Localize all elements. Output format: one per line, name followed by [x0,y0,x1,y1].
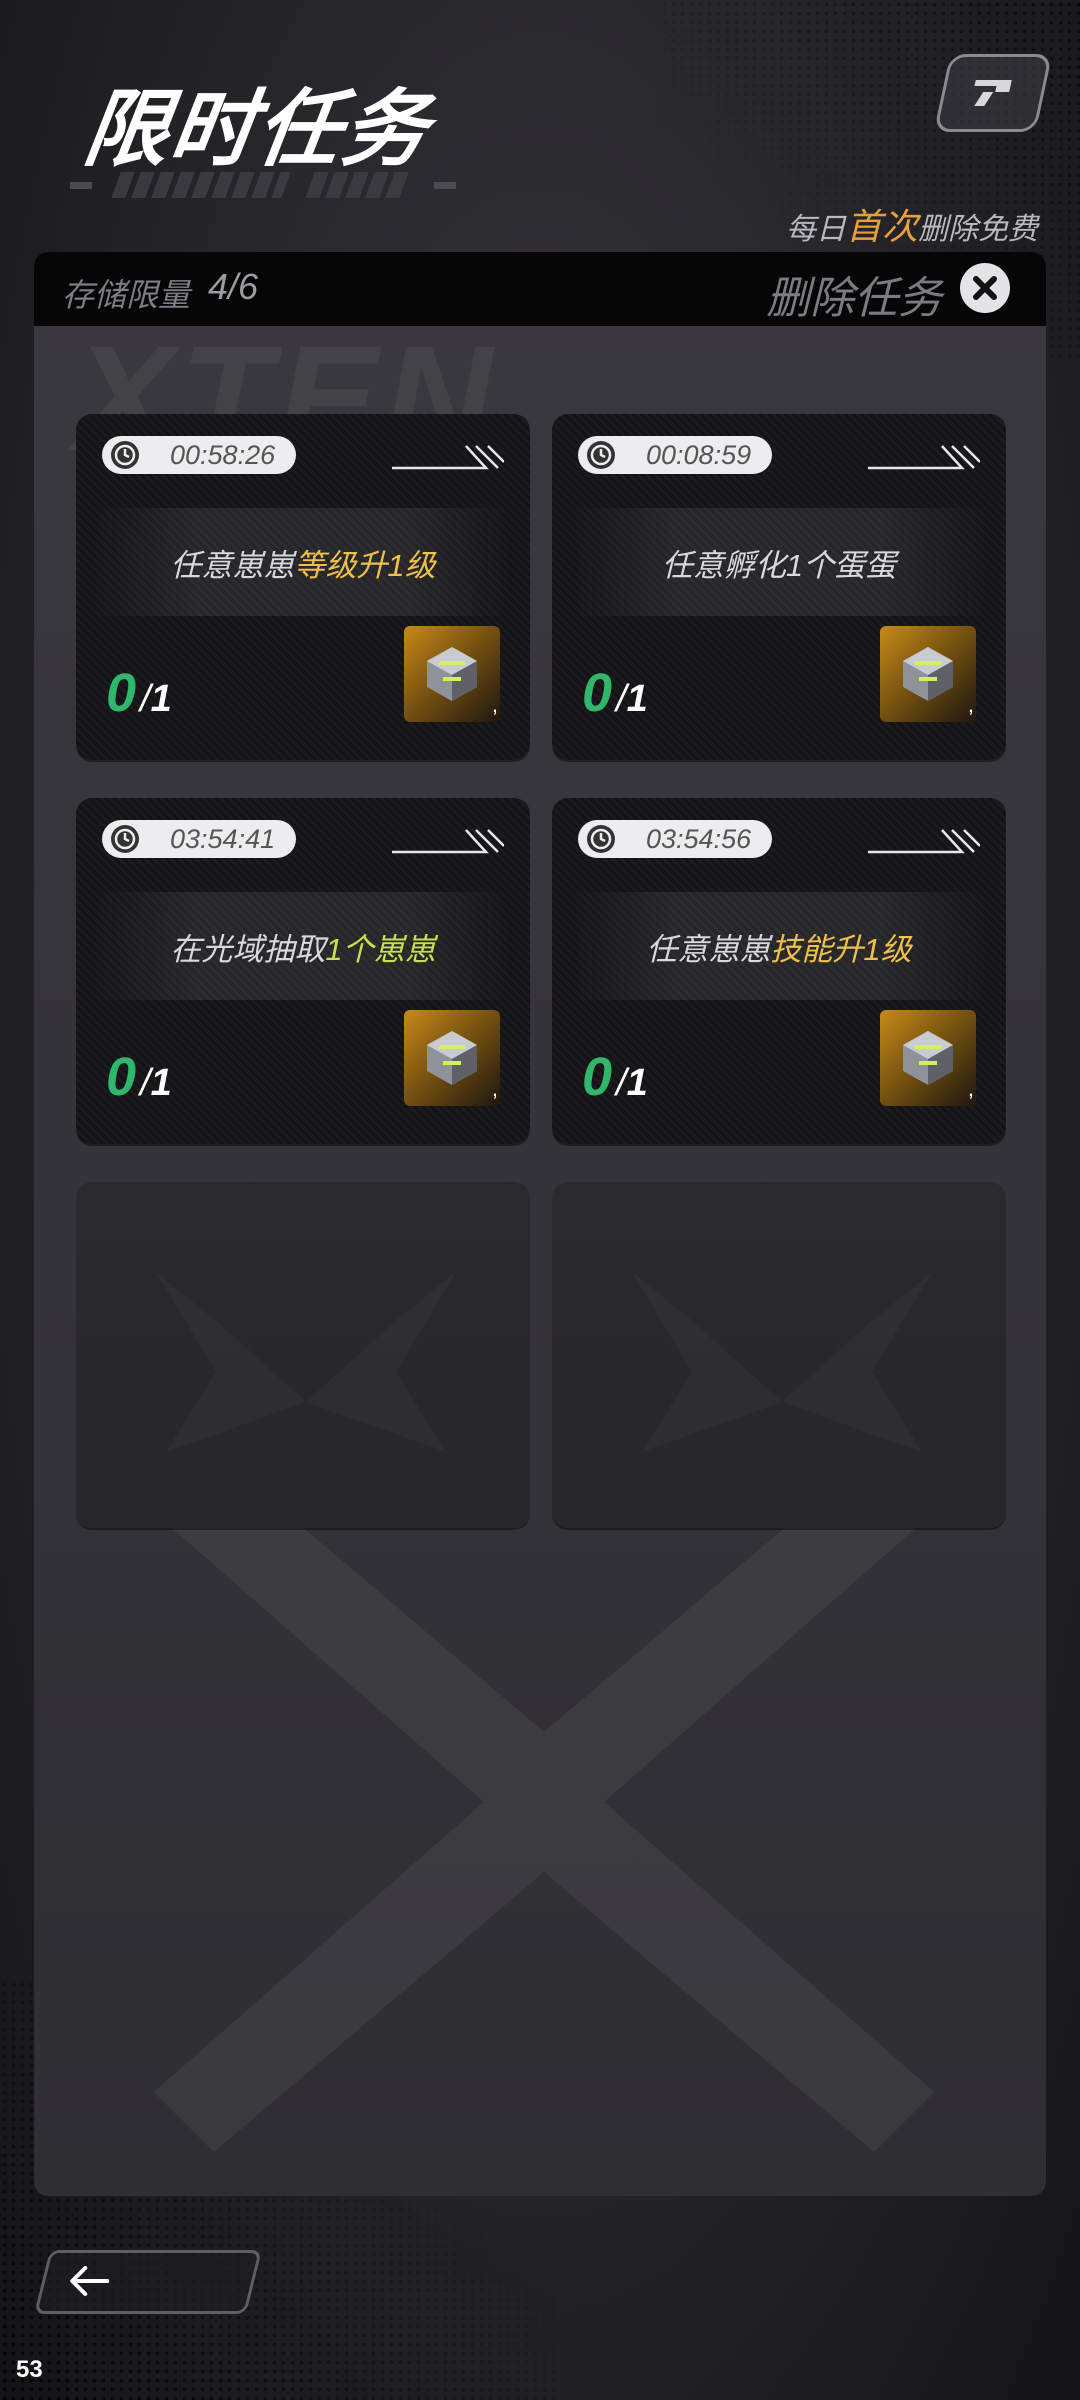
task-card[interactable]: 00:58:26 任意崽崽等级升1级 0/1 , [76,414,530,760]
task-progress: 0/1 [106,1046,172,1108]
progress-separator: / [616,678,627,720]
help-button[interactable] [933,54,1053,132]
reward-count: , [491,1076,498,1101]
empty-slot-emblem [156,1272,456,1452]
task-progress: 0/1 [582,662,648,724]
delete-task-button[interactable] [960,263,1010,313]
task-progress: 0/1 [106,662,172,724]
empty-slot-emblem [632,1272,932,1452]
reward-cube-icon [427,1031,477,1085]
reward-item[interactable]: , [404,1010,500,1106]
reward-count: , [967,692,974,717]
panel-header: 存储限量 4/6 删除任务 [34,252,1046,326]
reward-item[interactable]: , [880,626,976,722]
timer-badge: 03:54:56 [578,820,772,858]
progress-separator: / [616,1062,627,1104]
timer-text: 00:58:26 [170,439,276,470]
clock-icon [587,441,615,469]
progress-current: 0 [106,1047,137,1107]
free-note-prefix: 每日 [785,213,846,246]
back-arrow-icon [70,2266,110,2296]
reward-cube-icon [427,647,477,701]
task-panel: XTEN 存储限量 4/6 删除任务 00:58:26 任意崽崽等级升1级 0/… [34,252,1046,2196]
page-title: 限时任务 [78,82,436,176]
help-icon [974,80,1012,106]
reward-item[interactable]: , [880,1010,976,1106]
delete-task-label[interactable]: 删除任务 [766,262,942,326]
arrow-decoration [392,445,504,470]
clock-icon [111,825,139,853]
task-description: 任意崽崽技能升1级 [572,892,986,1000]
clock-icon [587,825,615,853]
reward-cube-icon [903,647,953,701]
page-number: 53 [16,2356,43,2383]
subtitle-decoration [70,172,456,198]
timer-badge: 00:08:59 [578,436,772,474]
close-icon [973,276,997,300]
task-description: 在光域抽取1个崽崽 [96,892,510,1000]
timer-text: 03:54:41 [170,823,276,854]
arrow-decoration [392,829,504,854]
back-button[interactable] [34,2250,262,2314]
reward-cube-icon [903,1031,953,1085]
task-text-highlight: 等级升1级 [294,547,436,583]
timer-badge: 00:58:26 [102,436,296,474]
progress-current: 0 [582,1047,613,1107]
reward-count: , [967,1076,974,1101]
task-text-highlight: 技能升1级 [770,931,912,967]
empty-task-slot [76,1182,530,1528]
background-x-decoration [154,1452,934,2152]
task-text-plain: 任意孵化1个蛋蛋 [661,547,897,583]
free-note-highlight: 首次 [845,206,918,247]
arrow-decoration [868,445,980,470]
clock-icon [111,441,139,469]
task-card[interactable]: 00:08:59 任意孵化1个蛋蛋 0/1 , [552,414,1006,760]
storage-limit-label: 存储限量 [62,277,191,313]
arrow-decoration [868,829,980,854]
daily-free-delete-note: 每日首次删除免费 [786,198,1038,250]
progress-separator: / [140,678,151,720]
task-card[interactable]: 03:54:56 任意崽崽技能升1级 0/1 , [552,798,1006,1144]
progress-total: 1 [150,1062,172,1104]
free-note-suffix: 删除免费 [918,213,1038,246]
timer-text: 03:54:56 [646,823,752,854]
progress-total: 1 [626,1062,648,1104]
task-description: 任意崽崽等级升1级 [96,508,510,616]
reward-count: , [491,692,498,717]
task-card[interactable]: 03:54:41 在光域抽取1个崽崽 0/1 , [76,798,530,1144]
task-progress: 0/1 [582,1046,648,1108]
task-description: 任意孵化1个蛋蛋 [572,508,986,616]
task-text-plain: 任意崽崽 [646,931,771,967]
storage-limit-value: 4/6 [208,266,259,307]
progress-separator: / [140,1062,151,1104]
progress-total: 1 [626,678,648,720]
task-text-plain: 在光域抽取 [170,931,326,967]
task-text-plain: 任意崽崽 [170,547,295,583]
timer-text: 00:08:59 [646,439,752,470]
progress-current: 0 [582,663,613,723]
task-text-highlight: 1个崽崽 [325,931,436,967]
progress-total: 1 [150,678,172,720]
empty-task-slot [552,1182,1006,1528]
reward-item[interactable]: , [404,626,500,722]
timer-badge: 03:54:41 [102,820,296,858]
progress-current: 0 [106,663,137,723]
